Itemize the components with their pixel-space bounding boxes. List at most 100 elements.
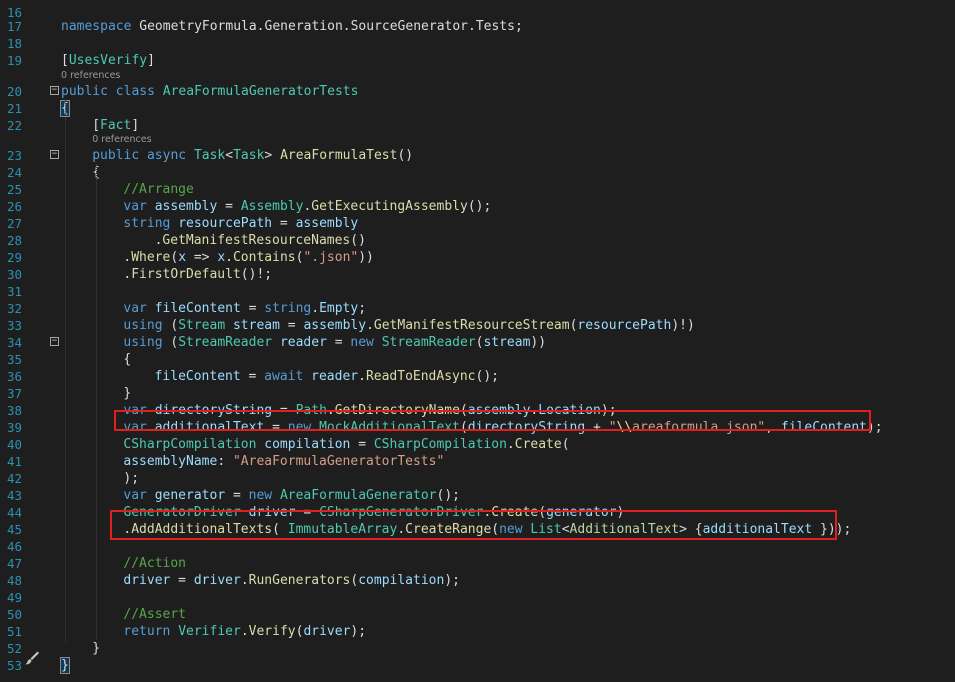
- code-line-42[interactable]: 42);: [0, 470, 955, 487]
- code-token: {: [123, 352, 132, 367]
- code-token: (: [561, 437, 570, 452]
- code-line-28[interactable]: 28 .GetManifestResourceNames(): [0, 232, 955, 249]
- codelens-references[interactable]: 0 references: [61, 69, 120, 82]
- code-token: ]: [147, 53, 155, 68]
- code-token: ReadToEndAsync: [365, 369, 476, 384]
- code-token: driver: [303, 624, 351, 639]
- codelens-references[interactable]: 0 references: [92, 133, 151, 146]
- code-line-25[interactable]: 25 //Arrange: [0, 181, 955, 198]
- code-line-52[interactable]: 52}: [0, 640, 955, 657]
- code-line-31[interactable]: 31: [0, 283, 955, 300]
- paintbrush-icon[interactable]: [24, 650, 40, 666]
- code-line-20[interactable]: 20 − public class AreaFormulaGeneratorTest…: [0, 83, 955, 100]
- code-token: ".json": [303, 250, 359, 265]
- indent-guide: [65, 100, 66, 642]
- code-line-30[interactable]: 30 .FirstOrDefault()!;: [0, 266, 955, 283]
- code-token: }: [60, 657, 70, 674]
- code-text: public async Task<Task> AreaFormulaTest(…: [92, 147, 413, 164]
- code-line-19[interactable]: 19 [UsesVerify]: [0, 52, 955, 69]
- line-number: 52: [6, 641, 22, 656]
- code-text: .FirstOrDefault()!;: [123, 266, 272, 283]
- code-token: }: [92, 641, 101, 656]
- code-line-18[interactable]: 18: [0, 35, 955, 52]
- line-number: 29: [6, 250, 22, 265]
- code-line-49[interactable]: 49: [0, 589, 955, 606]
- code-token: AreaFormulaTest: [280, 148, 398, 163]
- code-line-35[interactable]: 35 {: [0, 351, 955, 368]
- code-text: public class AreaFormulaGeneratorTests: [61, 83, 358, 100]
- line-number: 31: [6, 284, 22, 299]
- highlight-box-line-45: [110, 510, 837, 540]
- collapse-icon[interactable]: −: [50, 150, 59, 159]
- code-line-21[interactable]: 21{: [0, 100, 955, 117]
- code-token: <: [225, 148, 234, 163]
- code-token: string: [264, 301, 312, 316]
- code-editor[interactable]: 16 17 namespace GeometryFormula.Generation…: [0, 0, 955, 682]
- code-text: var assembly = Assembly.GetExecutingAsse…: [123, 198, 491, 215]
- code-line-43[interactable]: 43 var generator = new AreaFormulaGenerat…: [0, 487, 955, 504]
- code-token: StreamReader: [381, 335, 476, 350]
- code-token: =: [272, 216, 296, 231]
- code-token: public: [92, 148, 140, 163]
- code-token: "AreaFormulaGeneratorTests": [232, 454, 445, 469]
- code-token: new: [350, 335, 374, 350]
- code-token: Fact: [100, 118, 132, 133]
- code-token: );: [123, 471, 140, 486]
- code-line-26[interactable]: 26 var assembly = Assembly.GetExecutingAs…: [0, 198, 955, 215]
- code-line-36[interactable]: 36 fileContent = await reader.ReadToEndAs…: [0, 368, 955, 385]
- code-line-53[interactable]: 53}: [0, 657, 955, 674]
- line-number: 42: [6, 471, 22, 486]
- code-line-32[interactable]: 32 var fileContent = string.Empty;: [0, 300, 955, 317]
- collapse-icon[interactable]: −: [50, 337, 59, 346]
- code-token: .: [311, 301, 320, 316]
- code-token: =: [240, 369, 265, 384]
- code-token: RunGenerators: [248, 573, 351, 588]
- code-line-48[interactable]: 48 driver = driver.RunGenerators(compilat…: [0, 572, 955, 589]
- code-token: AreaFormulaGeneratorTests: [162, 84, 359, 99]
- code-token: stream: [232, 318, 280, 333]
- code-text: //Arrange: [123, 181, 193, 198]
- collapse-icon[interactable]: −: [50, 86, 59, 95]
- code-line-17[interactable]: 17 namespace GeometryFormula.Generation.S…: [0, 18, 955, 35]
- code-token: .: [506, 437, 515, 452]
- code-token: );: [444, 573, 460, 588]
- line-number: 32: [6, 301, 22, 316]
- code-line-22[interactable]: 22 [Fact]: [0, 117, 955, 134]
- code-text: namespace GeometryFormula.Generation.Sou…: [61, 18, 523, 35]
- code-line-51[interactable]: 51 return Verifier.Verify(driver);: [0, 623, 955, 640]
- code-token: Where: [131, 250, 171, 265]
- code-token: StreamReader: [178, 335, 273, 350]
- code-text: );: [123, 470, 139, 487]
- line-number: 49: [6, 590, 22, 605]
- code-line-29[interactable]: 29 .Where(x => x.Contains(".json")): [0, 249, 955, 266]
- highlight-box-line-39: [114, 410, 871, 431]
- line-number: 23: [6, 148, 22, 163]
- code-token: var: [123, 199, 147, 214]
- code-line-50[interactable]: 50 //Assert: [0, 606, 955, 623]
- code-line-46[interactable]: 46: [0, 538, 955, 555]
- code-line-41[interactable]: 41 assemblyName: "AreaFormulaGeneratorTes…: [0, 453, 955, 470]
- code-line-23[interactable]: 23 − public async Task<Task> AreaFormulaTe…: [0, 147, 955, 164]
- code-text: .GetManifestResourceNames(): [155, 232, 366, 249]
- code-token: x: [217, 250, 226, 265]
- line-number: 48: [6, 573, 22, 588]
- code-line-34[interactable]: 34− using (StreamReader reader = new Stre…: [0, 334, 955, 351]
- line-number: 38: [6, 403, 22, 418]
- code-line-37[interactable]: 37}: [0, 385, 955, 402]
- code-token: ()!;: [240, 267, 273, 282]
- code-line-33[interactable]: 33 using (Stream stream = assembly.GetMan…: [0, 317, 955, 334]
- code-line-40[interactable]: 40 CSharpCompilation compilation = CSharp…: [0, 436, 955, 453]
- code-token: assembly: [154, 199, 218, 214]
- code-line-27[interactable]: 27 string resourcePath = assembly: [0, 215, 955, 232]
- code-token: Assembly: [240, 199, 304, 214]
- code-token: driver: [193, 573, 241, 588]
- code-token: =: [217, 199, 241, 214]
- code-line-47[interactable]: 47 //Action: [0, 555, 955, 572]
- code-line-24[interactable]: 24{: [0, 164, 955, 181]
